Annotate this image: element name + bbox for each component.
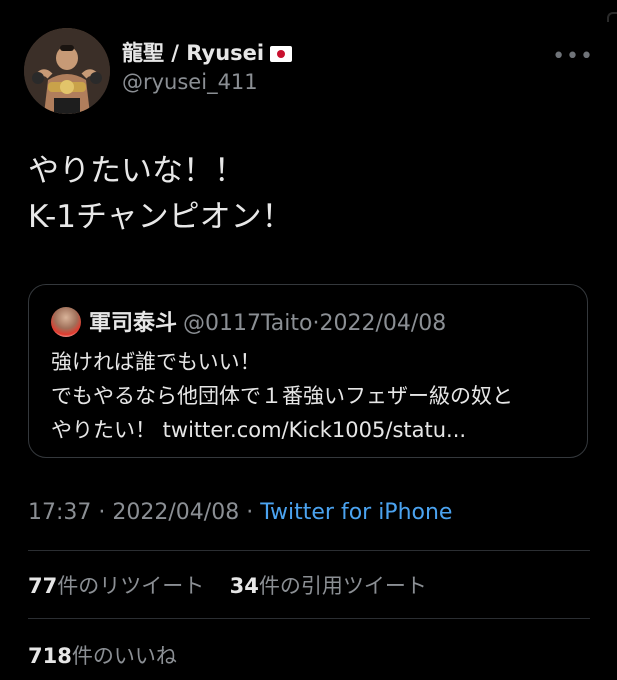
meta-separator: · — [98, 500, 106, 525]
quoted-display-name: 軍司泰斗 — [89, 311, 178, 336]
likes-stat[interactable]: 718件のいいね — [28, 644, 177, 668]
meta-separator: · — [246, 500, 254, 525]
more-options-button[interactable]: ••• — [552, 44, 594, 69]
divider — [28, 618, 590, 619]
quoted-handle: @0117Taito — [183, 311, 313, 336]
user-handle[interactable]: @ryusei_411 — [122, 68, 292, 96]
tweet-meta: 17:37 · 2022/04/08 · Twitter for iPhone — [28, 500, 452, 525]
retweets-stat[interactable]: 77件のリツイート — [28, 574, 204, 598]
quoted-date: 2022/04/08 — [319, 311, 447, 336]
tweet-source-link[interactable]: Twitter for iPhone — [260, 500, 452, 525]
japan-flag-icon — [270, 46, 293, 62]
avatar[interactable] — [24, 28, 110, 114]
quoted-line: 強ければ誰でもいい！ — [51, 350, 261, 374]
retweets-count: 77 — [28, 574, 58, 598]
quoted-avatar — [51, 307, 81, 337]
top-edge — [0, 0, 617, 22]
quote-tweets-stat[interactable]: 34件の引用ツイート — [230, 574, 427, 598]
tweet-text: やりたいな！！ K-1チャンピオン！ — [28, 148, 293, 240]
engagement-stats-row: 77件のリツイート 34件の引用ツイート — [28, 570, 427, 600]
quoted-tweet-text: 強ければ誰でもいい！ でもやるなら他団体で１番強いフェザー級の奴と やりたい！ … — [51, 345, 571, 447]
tweet-header: 龍聖 / Ryusei @ryusei_411 ••• — [24, 26, 594, 116]
tweet-time[interactable]: 17:37 — [28, 500, 91, 525]
quoted-line: でもやるなら他団体で１番強いフェザー級の奴と — [51, 384, 513, 408]
quoted-tweet-header: 軍司泰斗 @0117Taito·2022/04/08 — [51, 307, 446, 338]
display-name[interactable]: 龍聖 / Ryusei — [122, 41, 264, 65]
retweets-label: 件のリツイート — [57, 574, 205, 598]
more-horizontal-icon: ••• — [552, 44, 594, 69]
corner-decoration — [607, 12, 617, 22]
divider — [28, 550, 590, 551]
tweet-line: K-1チャンピオン！ — [28, 199, 293, 235]
quote-tweets-count: 34 — [229, 574, 259, 598]
likes-label: 件のいいね — [71, 644, 177, 668]
tweet-line: やりたいな！！ — [28, 153, 245, 189]
quoted-tweet-card[interactable]: 軍司泰斗 @0117Taito·2022/04/08 強ければ誰でもいい！ でもや… — [28, 284, 588, 458]
author-block: 龍聖 / Ryusei @ryusei_411 — [122, 40, 293, 96]
quoted-line: やりたい！ twitter.com/Kick1005/statu... — [51, 418, 467, 442]
likes-count: 718 — [28, 644, 72, 668]
quote-tweets-label: 件の引用ツイート — [258, 574, 427, 598]
tweet-date[interactable]: 2022/04/08 — [112, 500, 239, 525]
display-name-row[interactable]: 龍聖 / Ryusei — [122, 40, 293, 66]
likes-stats-row: 718件のいいね — [28, 640, 177, 670]
avatar-image — [24, 28, 110, 114]
